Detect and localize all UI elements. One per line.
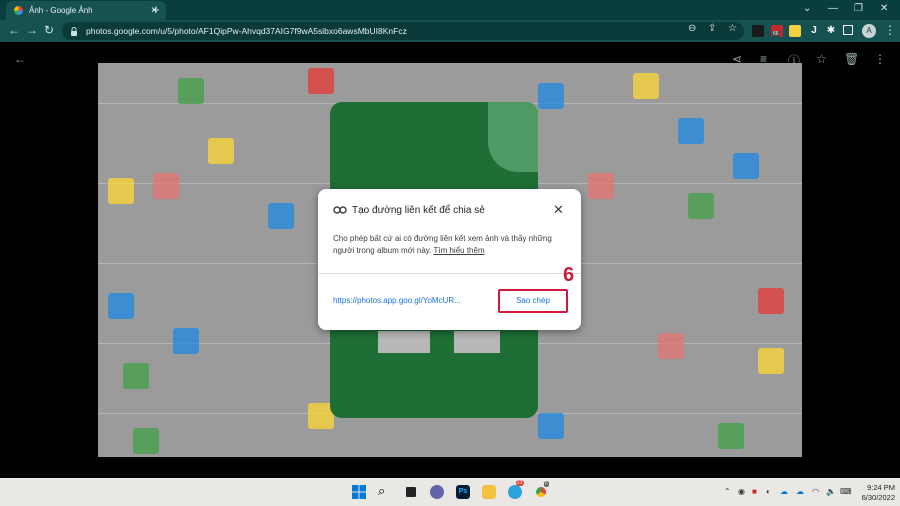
menu-dots-icon[interactable]: ⋮: [884, 23, 896, 37]
telegram-icon[interactable]: 23: [508, 480, 524, 499]
wifi-icon[interactable]: ◠: [812, 487, 819, 496]
learn-more-link[interactable]: Tìm hiểu thêm: [433, 246, 484, 255]
new-tab-button[interactable]: +: [152, 2, 160, 17]
bookmark-star-icon[interactable]: ☆: [728, 23, 737, 34]
share-page-icon[interactable]: ⇪: [708, 23, 716, 34]
restore-icon[interactable]: ❐: [854, 3, 863, 14]
viewer-delete-icon[interactable]: 🗑: [844, 52, 859, 66]
google-photos-favicon-icon: [14, 6, 23, 15]
tray-overflow-icon[interactable]: ⌃: [724, 487, 731, 496]
step-number-annotation: 6: [563, 264, 575, 286]
extension-yellow-icon[interactable]: [789, 25, 801, 37]
sheets-fold-graphic: [488, 102, 538, 172]
back-icon[interactable]: ←: [8, 23, 20, 37]
j-extension-icon[interactable]: J: [808, 25, 820, 37]
lock-icon: [71, 26, 77, 36]
clock-date: 6/30/2022: [861, 493, 895, 502]
language-icon[interactable]: ⌨: [840, 487, 852, 496]
copy-button[interactable]: Sao chép: [498, 289, 568, 313]
photoshop-icon[interactable]: Ps: [456, 485, 470, 499]
close-icon[interactable]: ✕: [553, 202, 564, 218]
browser-toolbar: ← → ↻ photos.google.com/u/5/photo/AF1Qip…: [0, 20, 900, 42]
taskbar: ⌕ Ps 23 6 ⌃ ◉ ■ ◐ ☁ ☁ ◠ 🔈 ⌨ 9:24 PM 6/30…: [0, 478, 900, 506]
forward-icon[interactable]: →: [26, 23, 38, 37]
volume-mute-icon[interactable]: 🔈: [826, 487, 836, 496]
minimize-icon[interactable]: —: [828, 3, 838, 14]
clock-time: 9:24 PM: [867, 483, 895, 492]
extension-badge-icon[interactable]: 66: [771, 25, 783, 37]
chrome-icon[interactable]: 6: [534, 481, 549, 499]
share-link-dialog: Tạo đường liên kết để chia sẻ ✕ Cho phép…: [318, 189, 581, 330]
tab-strip: Ảnh - Google Ảnh ✕ + ⌄ — ❐ ✕: [0, 0, 900, 20]
link-icon: [333, 206, 347, 214]
onedrive2-icon[interactable]: ☁: [796, 487, 804, 496]
dialog-divider: [318, 273, 581, 274]
browser-tab[interactable]: Ảnh - Google Ảnh ✕: [6, 1, 166, 20]
tray-app-icon[interactable]: ◉: [738, 487, 745, 496]
viewer-more-icon[interactable]: ⋮: [874, 52, 886, 66]
side-panel-icon[interactable]: [843, 25, 853, 35]
teams-chat-icon[interactable]: [430, 485, 444, 499]
clock[interactable]: 9:24 PM 6/30/2022: [855, 483, 895, 503]
tab-title: Ảnh - Google Ảnh: [29, 6, 93, 15]
windows-start-icon[interactable]: [352, 485, 366, 499]
reload-icon[interactable]: ↻: [44, 23, 54, 37]
tab-search-icon[interactable]: ⌄: [803, 3, 811, 14]
search-icon[interactable]: ⌕: [378, 483, 392, 498]
address-bar[interactable]: photos.google.com/u/5/photo/AF1QipPw-Ahv…: [62, 22, 744, 40]
profile-avatar[interactable]: A: [862, 24, 876, 38]
tray-flag-icon[interactable]: ■: [752, 487, 757, 496]
puzzle-extensions-icon[interactable]: ✱: [825, 25, 837, 37]
onedrive-icon[interactable]: ☁: [780, 487, 788, 496]
telegram-badge: 23: [516, 480, 524, 486]
file-explorer-icon[interactable]: [482, 485, 496, 499]
chrome-badge: 6: [544, 481, 549, 487]
dialog-description: Cho phép bất cứ ai có đường liên kết xem…: [333, 233, 573, 257]
viewer-back-icon[interactable]: ←: [14, 52, 26, 66]
zoom-icon[interactable]: ⊖: [688, 23, 696, 34]
extension-icon[interactable]: [752, 25, 764, 37]
tray-app2-icon[interactable]: ◐: [766, 487, 771, 496]
viewer-favorite-icon[interactable]: ☆: [816, 52, 827, 66]
dialog-title: Tạo đường liên kết để chia sẻ: [352, 205, 485, 216]
share-link-text[interactable]: https://photos.app.goo.gl/YoMcUR...: [333, 296, 461, 305]
extension-badge: 66: [772, 31, 780, 37]
url-text: photos.google.com/u/5/photo/AF1QipPw-Ahv…: [86, 26, 407, 36]
window-close-icon[interactable]: ✕: [880, 3, 888, 14]
task-view-icon[interactable]: [404, 485, 418, 499]
